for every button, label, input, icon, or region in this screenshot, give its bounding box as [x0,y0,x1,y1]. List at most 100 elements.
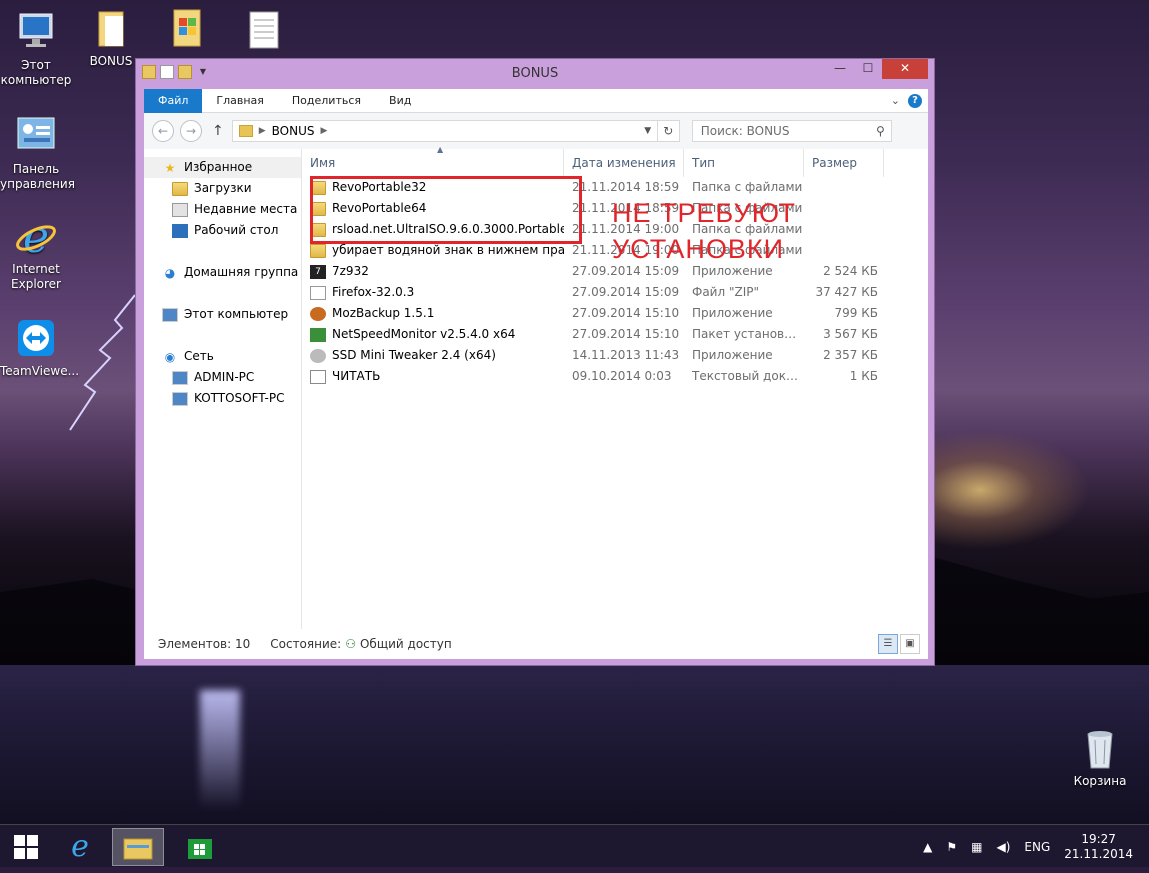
moon-reflection [200,690,240,810]
language-indicator[interactable]: ENG [1024,840,1050,854]
clock[interactable]: 19:27 21.11.2014 [1064,832,1133,862]
computer-icon [172,370,188,385]
recycle-bin-icon [1078,726,1122,770]
large-icons-view-button[interactable]: ▣ [900,634,920,654]
nav-item-downloads[interactable]: Загрузки [144,178,301,199]
control-panel-icon [14,114,58,158]
file-type: Файл "ZIP" [692,285,760,299]
help-icon[interactable]: ? [908,93,922,108]
breadcrumb-bonus[interactable]: BONUS [272,124,315,138]
nav-item-admin-pc[interactable]: ADMIN-PC [144,367,301,388]
system-tray: ▲ ⚑ ▦ ◀) ENG 19:27 21.11.2014 [923,825,1149,868]
desktop-icon-ie[interactable]: e Internet Explorer [0,212,72,292]
file-size: 3 567 КБ [823,327,878,341]
desktop-icon-control-panel[interactable]: Панель управления [0,114,75,192]
file-row[interactable]: NetSpeedMonitor v2.5.4.0 x64 27.09.2014 1… [302,324,928,345]
search-icon: ⚲ [875,124,885,138]
close-button[interactable]: ✕ [882,59,928,79]
file-size: 2 357 КБ [823,348,878,362]
column-size[interactable]: Размер [804,149,884,177]
file-type: Текстовый докум... [692,369,804,383]
computer-icon [162,307,178,322]
tab-file[interactable]: Файл [144,88,203,113]
file-date: 14.11.2013 11:43 [572,348,680,362]
sort-ascending-icon: ▲ [437,145,444,154]
file-row[interactable]: SSD Mini Tweaker 2.4 (x64) 14.11.2013 11:… [302,345,928,366]
file-size: 37 427 КБ [815,285,878,299]
nav-item-this-pc[interactable]: Этот компьютер [144,304,301,325]
breadcrumb-separator-icon[interactable]: ▶ [259,126,266,136]
forward-button[interactable]: → [180,120,202,142]
status-bar: Элементов: 10 Состояние: ⚇ Общий доступ … [144,629,928,659]
svg-text:e: e [23,214,49,258]
title-bar[interactable]: ▼ BONUS — ☐ ✕ [136,59,934,89]
mozbackup-icon [310,306,326,321]
windows-logo-icon [14,835,38,859]
ribbon-tabs: Файл Главная Поделиться Вид ⌄ ? [144,88,928,113]
search-input[interactable]: Поиск: BONUS ⚲ [691,120,892,142]
teamviewer-icon [14,316,58,360]
file-type: Пакет установщи... [692,327,804,341]
desktop-icon-teamviewer[interactable]: TeamViewe... [0,316,79,379]
file-name: SSD Mini Tweaker 2.4 (x64) [332,348,496,362]
column-name[interactable]: Имя [302,149,564,177]
tab-share[interactable]: Поделиться [278,89,375,113]
file-row[interactable]: MozBackup 1.5.1 27.09.2014 15:10 Приложени… [302,303,928,324]
desktop-icon-folder[interactable] [150,6,222,54]
file-row[interactable]: ЧИТАТЬ 09.10.2014 0:03 Текстовый докум... 1… [302,366,928,387]
address-bar[interactable]: ▶ BONUS ▶ ▼ [231,120,658,142]
file-date: 27.09.2014 15:10 [572,306,680,320]
file-size [804,219,884,240]
column-date[interactable]: Дата изменения [564,149,684,177]
nav-item-recent[interactable]: Недавние места [144,199,301,220]
nav-item-desktop[interactable]: Рабочий стол [144,220,301,241]
computer-icon [172,391,188,406]
network-icon[interactable]: ▦ [971,840,982,854]
expand-ribbon-icon[interactable]: ⌄ [891,94,900,108]
taskbar-explorer[interactable] [112,828,164,866]
homegroup-icon: ◕ [164,265,176,280]
network-icon: ◉ [164,349,176,364]
recent-places-icon [172,202,188,217]
column-type[interactable]: Тип [684,149,804,177]
file-date: 27.09.2014 15:10 [572,327,680,341]
chevron-down-icon[interactable]: ▼ [639,126,657,136]
desktop-icon-this-pc[interactable]: Этот компьютер [0,10,72,88]
installer-icon [310,327,326,342]
file-name: NetSpeedMonitor v2.5.4.0 x64 [332,327,516,341]
show-hidden-icons-icon[interactable]: ▲ [923,840,932,854]
desktop-icon-document[interactable] [228,8,300,56]
taskbar-ie[interactable]: e [54,828,106,866]
flag-icon[interactable]: ⚑ [946,840,957,854]
item-count: Элементов: 10 [158,637,251,651]
breadcrumb-chevron-icon[interactable]: ▶ [321,126,328,136]
explorer-window[interactable]: ▼ BONUS — ☐ ✕ Файл Главная Поделиться Ви… [135,58,935,666]
up-button[interactable]: ↑ [212,123,224,139]
file-date: 27.09.2014 15:09 [572,285,680,299]
tab-view[interactable]: Вид [375,89,425,113]
desktop-icon-recycle-bin[interactable]: Корзина [1064,726,1136,789]
taskbar-store[interactable] [174,828,226,866]
file-size [804,240,884,261]
details-view-button[interactable]: ☰ [878,634,898,654]
back-button[interactable]: ← [152,120,174,142]
nav-item-homegroup[interactable]: ◕ Домашняя группа [144,262,301,283]
file-size: 2 524 КБ [823,264,878,278]
window-title: BONUS [511,66,559,81]
folder-icon [164,6,208,50]
file-row[interactable]: Firefox-32.0.3 27.09.2014 15:09 Файл "ZIP"… [302,282,928,303]
minimize-button[interactable]: — [826,59,854,79]
file-size: 799 КБ [834,306,878,320]
maximize-button[interactable]: ☐ [854,59,882,79]
nav-item-favorites[interactable]: ★ Избранное [144,157,301,178]
tab-home[interactable]: Главная [202,89,278,113]
file-name: Firefox-32.0.3 [332,285,415,299]
nav-item-network[interactable]: ◉ Сеть [144,346,301,367]
ie-icon: e [71,829,89,864]
star-icon: ★ [164,160,176,175]
volume-icon[interactable]: ◀) [997,840,1011,854]
start-button[interactable] [0,828,52,866]
nav-item-kottosoft-pc[interactable]: KOTTOSOFT-PC [144,388,301,409]
refresh-button[interactable]: ↻ [657,120,680,142]
navigation-pane: ★ Избранное Загрузки Недавние места Рабоч… [144,149,302,629]
